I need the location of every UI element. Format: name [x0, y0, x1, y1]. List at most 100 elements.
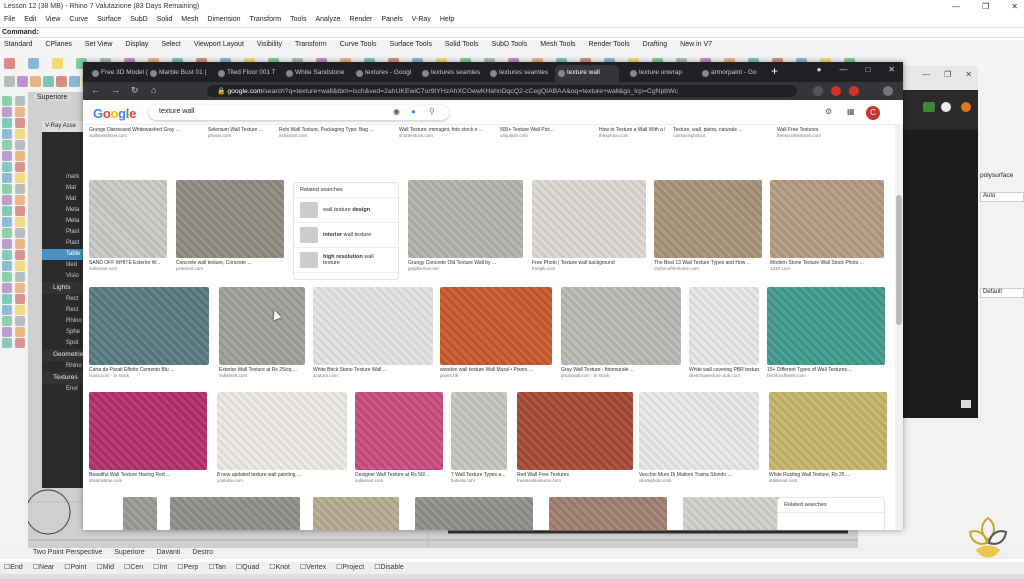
- image-result[interactable]: 500+ Texture Wall Pict... unsplash.com: [500, 125, 590, 139]
- image-result[interactable]: Concrete wall texture, Concrete ... pinte…: [176, 180, 284, 272]
- result-thumbnail[interactable]: [415, 497, 533, 530]
- toolbar-tool-icon[interactable]: [43, 76, 54, 87]
- image-result[interactable]: Carta da Parati Effetto Cemento Blu ... h…: [89, 287, 209, 379]
- toolbar-tab-subd-tools[interactable]: SubD Tools: [492, 41, 528, 51]
- vray-asset-item[interactable]: Rhino: [42, 361, 84, 372]
- left-tool-icon[interactable]: [15, 316, 25, 326]
- vray-material-item[interactable]: mark: [42, 172, 84, 183]
- result-thumbnail[interactable]: [219, 287, 305, 365]
- material-ball-icon[interactable]: [961, 102, 971, 112]
- menu-item-analyze[interactable]: Analyze: [315, 16, 340, 26]
- google-logo[interactable]: Google: [93, 106, 136, 121]
- left-tool-icon[interactable]: [15, 217, 25, 227]
- restore-icon[interactable]: ❐: [944, 70, 951, 79]
- close-icon[interactable]: ✕: [1011, 2, 1018, 11]
- minimize-icon[interactable]: —: [952, 2, 960, 11]
- menu-item-tools[interactable]: Tools: [290, 16, 306, 26]
- left-tool-icon[interactable]: [15, 327, 25, 337]
- viewport-tab-davanti[interactable]: Davanti: [157, 549, 181, 558]
- image-result[interactable]: White Brick Stone Texture Wall ... azutur…: [313, 287, 433, 379]
- expand-icon[interactable]: [961, 400, 971, 408]
- image-result[interactable]: [415, 497, 533, 530]
- toolbar-tab-solid-tools[interactable]: Solid Tools: [445, 41, 479, 51]
- vray-material-item[interactable]: Plast: [42, 227, 84, 238]
- osnap-project[interactable]: Project: [336, 563, 364, 573]
- result-thumbnail[interactable]: [89, 180, 167, 258]
- image-result[interactable]: Free Photo | Texture wall background free…: [532, 180, 646, 272]
- image-result[interactable]: How to Texture a Wall With a Rollerthesp…: [599, 125, 665, 139]
- osnap-near[interactable]: Near: [33, 563, 54, 573]
- result-thumbnail[interactable]: [176, 180, 284, 258]
- vray-section-geometries[interactable]: Geometries: [42, 349, 87, 361]
- viewport-tab-two-point-perspective[interactable]: Two Point Perspective: [33, 549, 102, 558]
- render-icon[interactable]: [923, 102, 935, 112]
- image-result[interactable]: SAND OFF WHITE Exterior W... indiamart.co…: [89, 180, 167, 272]
- image-result[interactable]: Grunge Distressed Whitewashed Gray ... wa…: [89, 125, 197, 139]
- left-tool-icon[interactable]: [2, 261, 12, 271]
- browser-tab[interactable]: White Sandstone: [283, 65, 347, 82]
- browser-tab[interactable]: textures seamles: [487, 65, 551, 82]
- result-thumbnail[interactable]: [770, 180, 884, 258]
- browser-tab[interactable]: textures - Googl: [353, 65, 417, 82]
- vray-asset-item[interactable]: Rhino: [42, 316, 84, 327]
- search-box[interactable]: texture wall ◉ ● ⚲: [149, 105, 449, 120]
- left-tool-icon[interactable]: [15, 107, 25, 117]
- new-tab-button[interactable]: +: [771, 64, 778, 78]
- osnap-perp[interactable]: Perp: [177, 563, 199, 573]
- toolbar-tool-icon[interactable]: [28, 58, 39, 69]
- osnap-point[interactable]: Point: [64, 563, 87, 573]
- left-tool-icon[interactable]: [2, 250, 12, 260]
- vray-asset-item[interactable]: Rect: [42, 305, 84, 316]
- left-tool-icon[interactable]: [2, 162, 12, 172]
- left-tool-icon[interactable]: [15, 261, 25, 271]
- toolbar-tab-viewport-layout[interactable]: Viewport Layout: [194, 41, 244, 51]
- adblock-icon[interactable]: [849, 86, 859, 96]
- home-icon[interactable]: ⌂: [151, 85, 156, 95]
- vray-material-item[interactable]: Visio: [42, 271, 84, 282]
- osnap-mid[interactable]: Mid: [96, 563, 114, 573]
- left-tool-icon[interactable]: [15, 250, 25, 260]
- image-result[interactable]: White Rusting Wall Texture, Rs 25 ... ind…: [769, 392, 887, 484]
- menu-item-render[interactable]: Render: [349, 16, 372, 26]
- result-thumbnail[interactable]: [561, 287, 681, 365]
- toolbar-tool-icon[interactable]: [4, 58, 15, 69]
- result-thumbnail[interactable]: [89, 287, 209, 365]
- left-tool-icon[interactable]: [15, 162, 25, 172]
- close-icon[interactable]: ✕: [888, 65, 895, 74]
- auto-dropdown[interactable]: Auto: [980, 192, 1024, 202]
- result-thumbnail[interactable]: [639, 392, 759, 470]
- osnap-tan[interactable]: Tan: [208, 563, 226, 573]
- left-tool-icon[interactable]: [2, 173, 12, 183]
- toolbar-tab-curve-tools[interactable]: Curve Tools: [340, 41, 377, 51]
- osnap-quad[interactable]: Quad: [236, 563, 259, 573]
- left-tool-icon[interactable]: [2, 151, 12, 161]
- left-tool-icon[interactable]: [2, 107, 12, 117]
- left-tool-icon[interactable]: [15, 96, 25, 106]
- image-result[interactable]: Beautiful Wall Texture Having Red ... dre…: [89, 392, 207, 484]
- vray-material-item[interactable]: Mat: [42, 194, 84, 205]
- menu-item-dimension[interactable]: Dimension: [207, 16, 240, 26]
- menu-item-help[interactable]: Help: [440, 16, 454, 26]
- default-dropdown[interactable]: Default: [980, 288, 1024, 298]
- toolbar-tab-new-in-v7[interactable]: New in V7: [680, 41, 712, 51]
- share-icon[interactable]: [813, 86, 823, 96]
- image-result[interactable]: The Best 13 Wall Texture Types and How .…: [654, 180, 762, 272]
- toolbar-tab-select[interactable]: Select: [161, 41, 180, 51]
- reload-icon[interactable]: ↻: [131, 85, 139, 96]
- left-tool-icon[interactable]: [2, 195, 12, 205]
- left-tool-icon[interactable]: [2, 228, 12, 238]
- restore-icon[interactable]: ❐: [982, 2, 989, 11]
- result-thumbnail[interactable]: [532, 180, 646, 258]
- toolbar-tool-icon[interactable]: [17, 76, 28, 87]
- menu-item-v-ray[interactable]: V-Ray: [412, 16, 431, 26]
- forward-icon[interactable]: →: [111, 85, 120, 95]
- left-tool-icon[interactable]: [15, 272, 25, 282]
- left-tool-icon[interactable]: [15, 140, 25, 150]
- left-tool-icon[interactable]: [15, 151, 25, 161]
- related-search-item[interactable]: interior wall texture: [294, 223, 398, 248]
- extension-icon[interactable]: [831, 86, 841, 96]
- image-result[interactable]: Rohi Wall Texture, Packaging Type: Bag .…: [279, 125, 391, 139]
- gear-icon[interactable]: ⚙: [825, 107, 832, 116]
- image-result[interactable]: White wall covering PBR texture ... sketc…: [689, 287, 759, 379]
- minimize-icon[interactable]: —: [922, 70, 930, 79]
